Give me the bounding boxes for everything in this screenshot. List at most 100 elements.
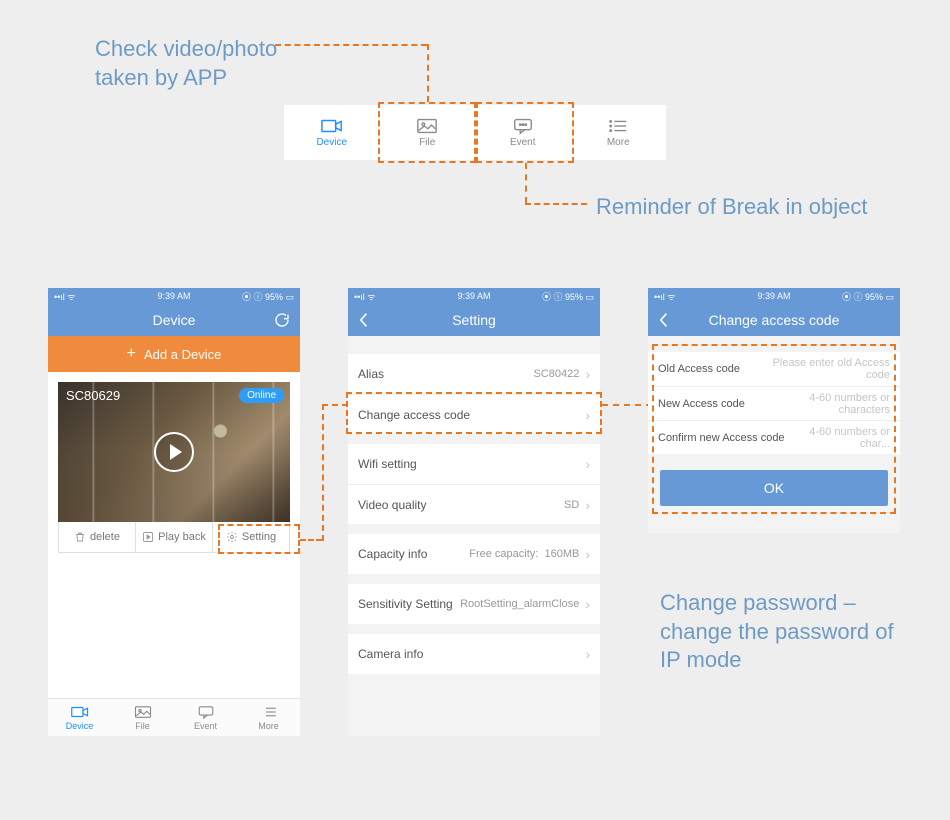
navbar-device: Device: [48, 304, 300, 336]
chevron-left-icon: [658, 312, 670, 328]
connector: [427, 44, 429, 102]
row-label: Confirm new Access code: [658, 432, 788, 444]
row-new-code[interactable]: New Access code 4-60 numbers or characte…: [648, 386, 900, 420]
caption-check-video: Check video/photo taken by APP: [95, 35, 315, 92]
top-tabbar: Device File Event More: [284, 105, 666, 160]
tab-event[interactable]: Event: [475, 105, 571, 160]
chevron-right-icon: ›: [585, 407, 590, 423]
tab-more[interactable]: More: [571, 105, 667, 160]
back-button[interactable]: [358, 304, 370, 336]
tab-label: File: [419, 137, 435, 148]
phone-change-access: ••ıl ᯤ 9:39 AM ⦿ ⓘ 95% ▭ Change access c…: [648, 288, 900, 533]
connector: [300, 539, 322, 541]
connector: [525, 203, 587, 205]
caption-password: Change password – change the password of…: [660, 589, 910, 675]
tab-label: Device: [316, 137, 347, 148]
connector: [602, 404, 652, 406]
tab-label: More: [607, 137, 630, 148]
status-bar: ••ıl ᯤ 9:39 AM ⦿ ⓘ 95% ▭: [48, 288, 300, 304]
device-thumbnail[interactable]: SC80629 Online: [58, 382, 290, 522]
connector: [525, 163, 527, 203]
status-time: 9:39 AM: [348, 291, 600, 301]
row-camera-info[interactable]: Camera info ›: [348, 634, 600, 674]
status-bar: ••ıl ᯤ 9:39 AM ⦿ ⓘ 95% ▭: [648, 288, 900, 304]
connector: [322, 404, 324, 541]
gear-icon: [226, 531, 238, 543]
delete-button[interactable]: delete: [59, 522, 135, 552]
tab-file[interactable]: File: [111, 699, 174, 736]
input-placeholder[interactable]: 4-60 numbers or char...: [788, 426, 890, 450]
tab-label: File: [135, 721, 150, 731]
row-label: Old Access code: [658, 363, 768, 375]
list-icon: [607, 117, 629, 135]
chevron-right-icon: ›: [585, 456, 590, 472]
ok-button[interactable]: OK: [660, 470, 888, 506]
tab-event[interactable]: Event: [174, 699, 237, 736]
row-change-access-code[interactable]: Change access code ›: [348, 394, 600, 434]
chevron-right-icon: ›: [585, 596, 590, 612]
add-device-button[interactable]: + Add a Device: [48, 336, 300, 372]
connector: [322, 404, 348, 406]
bottom-tabbar: Device File Event More: [48, 698, 300, 736]
device-name: SC80629: [66, 388, 120, 403]
add-device-label: Add a Device: [144, 347, 221, 362]
chevron-right-icon: ›: [585, 497, 590, 513]
tab-device[interactable]: Device: [284, 105, 380, 160]
play-icon[interactable]: [154, 432, 194, 472]
delete-label: delete: [90, 531, 120, 543]
row-wifi[interactable]: Wifi setting ›: [348, 444, 600, 484]
input-placeholder[interactable]: Please enter old Access code: [768, 357, 890, 381]
chat-icon: [197, 705, 215, 719]
playback-button[interactable]: Play back: [135, 522, 212, 552]
chevron-left-icon: [358, 312, 370, 328]
ok-label: OK: [764, 480, 784, 496]
phone-device-list: ••ıl ᯤ 9:39 AM ⦿ ⓘ 95% ▭ Device + Add a …: [48, 288, 300, 736]
page-title: Device: [153, 312, 196, 328]
camera-icon: [71, 705, 89, 719]
row-confirm-code[interactable]: Confirm new Access code 4-60 numbers or …: [648, 420, 900, 454]
status-bar: ••ıl ᯤ 9:39 AM ⦿ ⓘ 95% ▭: [348, 288, 600, 304]
row-label: New Access code: [658, 398, 768, 410]
row-label: Video quality: [358, 498, 564, 512]
row-label: Capacity info: [358, 547, 469, 561]
tab-label: More: [258, 721, 279, 731]
row-old-code[interactable]: Old Access code Please enter old Access …: [648, 352, 900, 386]
status-time: 9:39 AM: [648, 291, 900, 301]
row-sensitivity[interactable]: Sensitivity Setting RootSetting_alarmClo…: [348, 584, 600, 624]
row-capacity[interactable]: Capacity info Free capacity: 160MB ›: [348, 534, 600, 574]
row-label: Wifi setting: [358, 457, 585, 471]
chevron-right-icon: ›: [585, 646, 590, 662]
tab-file[interactable]: File: [380, 105, 476, 160]
row-value: RootSetting_alarmClose: [460, 598, 579, 610]
tab-label: Event: [510, 137, 536, 148]
setting-button[interactable]: Setting: [212, 522, 289, 552]
online-badge: Online: [239, 388, 284, 403]
plus-icon: +: [127, 345, 136, 363]
tab-device[interactable]: Device: [48, 699, 111, 736]
tab-label: Device: [66, 721, 94, 731]
back-button[interactable]: [658, 304, 670, 336]
trash-icon: [74, 531, 86, 543]
refresh-icon[interactable]: [274, 304, 290, 336]
image-icon: [416, 117, 438, 135]
list-icon: [260, 705, 278, 719]
row-label: Alias: [358, 367, 533, 381]
setting-label: Setting: [242, 531, 276, 543]
device-card: SC80629 Online delete Play back Setting: [58, 382, 290, 553]
play-icon: [142, 531, 154, 543]
input-placeholder[interactable]: 4-60 numbers or characters: [768, 392, 890, 416]
row-value: Free capacity: 160MB: [469, 548, 579, 560]
chevron-right-icon: ›: [585, 366, 590, 382]
status-time: 9:39 AM: [48, 291, 300, 301]
tab-label: Event: [194, 721, 217, 731]
camera-icon: [321, 117, 343, 135]
caption-reminder: Reminder of Break in object: [596, 193, 867, 222]
chevron-right-icon: ›: [585, 546, 590, 562]
playback-label: Play back: [158, 531, 206, 543]
row-label: Sensitivity Setting: [358, 597, 460, 611]
tab-more[interactable]: More: [237, 699, 300, 736]
row-label: Camera info: [358, 647, 585, 661]
row-video-quality[interactable]: Video quality SD ›: [348, 484, 600, 524]
row-alias[interactable]: Alias SC80422 ›: [348, 354, 600, 394]
navbar-settings: Setting: [348, 304, 600, 336]
